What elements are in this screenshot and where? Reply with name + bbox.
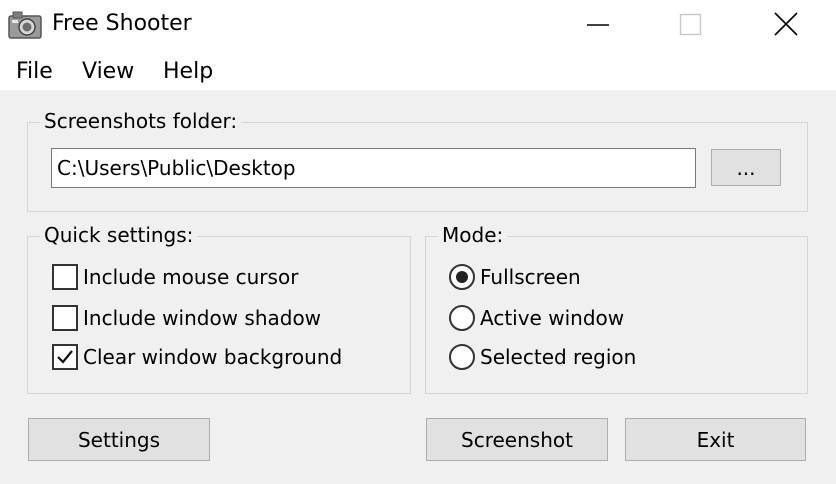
window-title: Free Shooter [52,11,192,36]
checkbox-label: Include mouse cursor [83,265,299,289]
checkbox-label: Include window shadow [83,306,322,330]
screenshot-button[interactable]: Screenshot [426,418,608,461]
radio-label: Selected region [480,345,637,369]
folder-path-input[interactable]: C:\Users\Public\Desktop [51,148,696,188]
radio-circle[interactable] [449,344,475,370]
radio-label: Fullscreen [480,265,581,289]
browse-folder-button[interactable]: ... [711,149,781,186]
menu-view[interactable]: View [82,58,134,86]
radio-label: Active window [480,306,625,330]
close-icon [774,12,798,36]
radio-circle[interactable] [449,305,475,331]
title-bar: Free Shooter [0,0,836,50]
mode-legend: Mode: [438,221,508,249]
menu-bar: File View Help [0,50,836,90]
checkbox-box[interactable] [52,305,78,331]
close-button[interactable] [740,0,832,50]
maximize-button[interactable] [644,0,736,50]
checkbox-box[interactable] [52,344,78,370]
checkbox-box[interactable] [52,264,78,290]
menu-file[interactable]: File [16,58,53,86]
checkbox-label: Clear window background [83,345,343,369]
checkmark-icon [57,350,73,364]
radio-circle[interactable] [449,264,475,290]
exit-button[interactable]: Exit [625,418,806,461]
quick-settings-legend: Quick settings: [40,221,198,249]
settings-button[interactable]: Settings [28,418,210,461]
menu-help[interactable]: Help [163,58,213,86]
radio-selected-dot [456,271,468,283]
screenshots-folder-legend: Screenshots folder: [40,107,242,135]
camera-icon [8,11,42,39]
minimize-button[interactable] [552,0,644,50]
minimize-icon [587,24,609,26]
maximize-icon [679,13,702,36]
